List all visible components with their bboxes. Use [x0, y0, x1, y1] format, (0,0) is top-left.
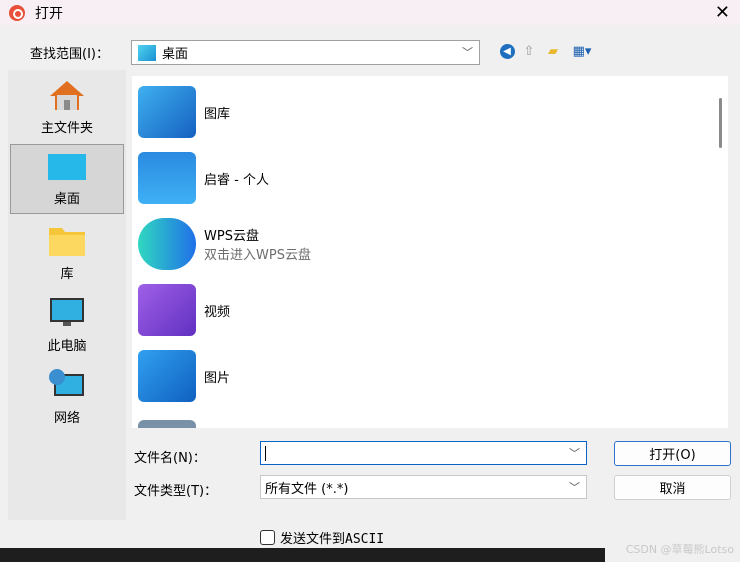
watermark: CSDN @草莓熊Lotso	[625, 543, 734, 556]
look-in-dropdown[interactable]: 桌面 ﹀	[131, 40, 480, 65]
onedrive-folder-icon	[138, 152, 196, 204]
title-bar: 打开 ✕	[0, 0, 740, 25]
list-item[interactable]: 图片	[138, 346, 230, 406]
file-name: 视频	[204, 304, 231, 320]
wps-cloud-icon	[138, 218, 196, 270]
folder-icon	[49, 228, 85, 256]
sidebar-item-label: 桌面	[53, 192, 80, 207]
look-in-value: 桌面	[162, 47, 189, 62]
list-item[interactable]: WPS云盘双击进入WPS云盘	[138, 214, 311, 274]
desktop-icon	[48, 154, 86, 180]
list-item[interactable]: 视频	[138, 280, 230, 340]
file-name: WPS云盘	[204, 229, 259, 244]
filetype-label: 文件类型(T)：	[134, 484, 218, 499]
desktop-icon	[138, 44, 156, 61]
file-list[interactable]: 图库 启睿 - 个人 WPS云盘双击进入WPS云盘 视频 图片	[132, 76, 712, 428]
filetype-value: 所有文件 (*.*)	[265, 481, 349, 497]
new-folder-icon[interactable]: ▰	[544, 42, 562, 60]
back-icon[interactable]: ◀	[499, 43, 515, 59]
background-window	[0, 548, 605, 562]
sidebar-item-library[interactable]: 库	[10, 218, 124, 288]
filetype-dropdown[interactable]: 所有文件 (*.*) ﹀	[260, 475, 587, 499]
pictures-folder-icon	[138, 350, 196, 402]
computer-icon	[50, 298, 84, 326]
sidebar-item-network[interactable]: 网络	[10, 362, 124, 432]
list-item[interactable]: 启睿 - 个人	[138, 148, 269, 208]
file-subtitle: 双击进入WPS云盘	[204, 248, 311, 263]
file-name: 图片	[204, 370, 231, 386]
videos-folder-icon	[138, 284, 196, 336]
sidebar-item-home[interactable]: 主文件夹	[10, 72, 124, 142]
sidebar-item-desktop[interactable]: 桌面	[10, 144, 124, 214]
vertical-scrollbar[interactable]	[712, 76, 728, 428]
checkbox-label: 发送文件到ASCII	[280, 532, 385, 547]
filename-input[interactable]: ﹀	[260, 441, 587, 465]
text-cursor	[265, 445, 266, 461]
gallery-icon	[138, 86, 196, 138]
sidebar-item-label: 库	[60, 267, 74, 282]
file-name: 图库	[204, 106, 231, 122]
look-in-label: 查找范围(I)：	[30, 47, 109, 62]
up-folder-icon[interactable]: ⇧	[520, 42, 538, 60]
chevron-down-icon: ﹀	[569, 481, 580, 494]
close-icon[interactable]: ✕	[715, 0, 730, 25]
chevron-down-icon[interactable]: ﹀	[569, 445, 580, 461]
send-ascii-checkbox[interactable]: 发送文件到ASCII	[260, 528, 384, 547]
checkbox-box[interactable]	[260, 530, 275, 545]
chevron-down-icon: ﹀	[462, 46, 473, 59]
window-title: 打开	[35, 5, 63, 22]
view-menu-icon[interactable]: ▦▾	[568, 42, 596, 60]
network-icon	[49, 369, 84, 396]
list-item[interactable]	[138, 416, 204, 428]
folder-icon	[138, 420, 196, 428]
sidebar-item-this-pc[interactable]: 此电脑	[10, 290, 124, 360]
home-icon	[50, 81, 84, 110]
sidebar-item-label: 网络	[53, 411, 80, 426]
places-sidebar: 主文件夹 桌面 库 此电脑 网络	[8, 70, 126, 520]
sidebar-item-label: 此电脑	[47, 339, 87, 354]
app-icon	[9, 4, 25, 21]
cancel-button[interactable]: 取消	[614, 475, 731, 500]
open-button[interactable]: 打开(O)	[614, 441, 731, 466]
scrollbar-thumb[interactable]	[719, 98, 722, 148]
sidebar-item-label: 主文件夹	[40, 121, 93, 136]
file-name: 启睿 - 个人	[204, 172, 269, 188]
filename-label: 文件名(N)：	[134, 451, 206, 466]
list-item[interactable]: 图库	[138, 82, 230, 142]
